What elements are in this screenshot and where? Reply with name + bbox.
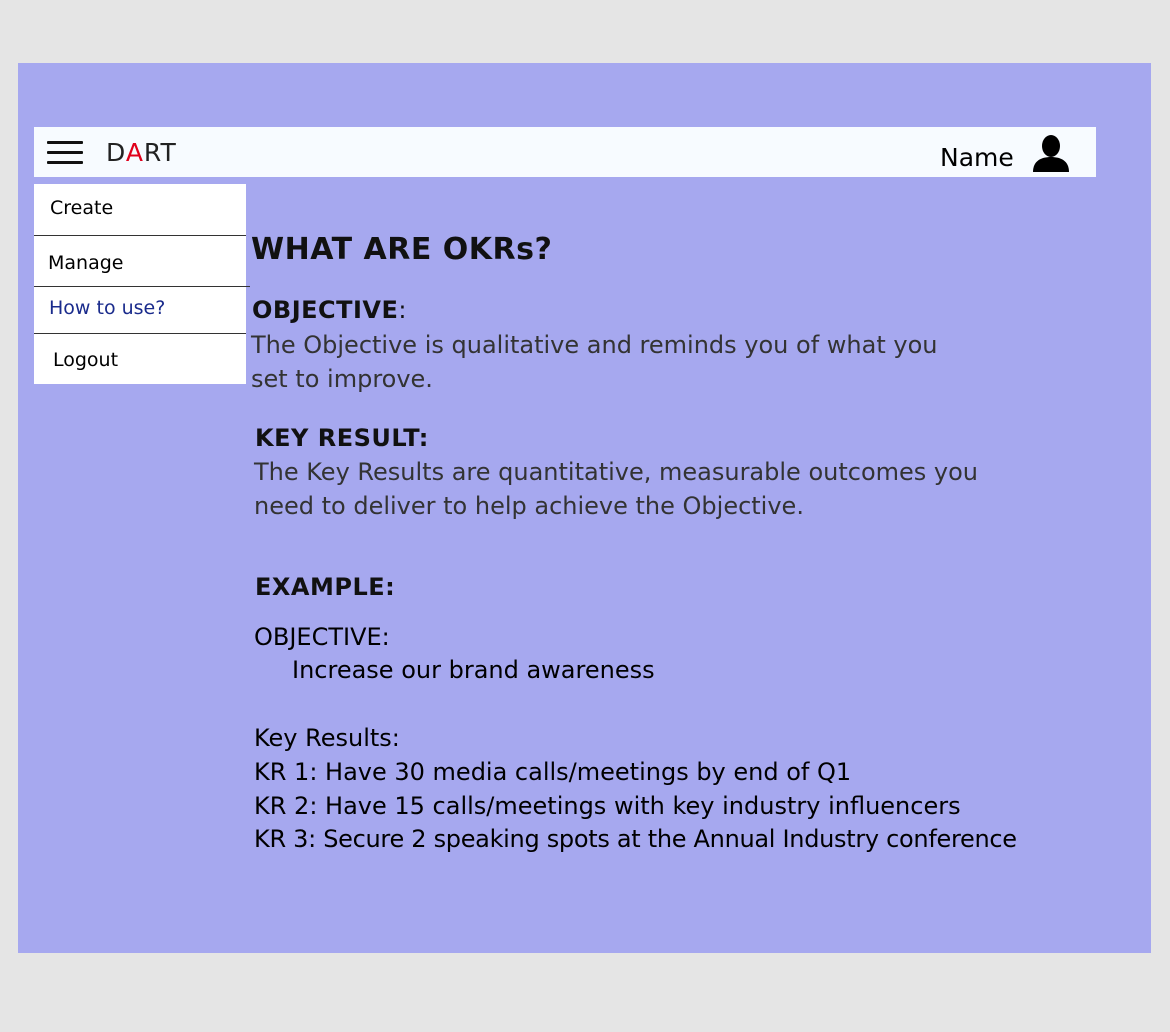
key-result-heading: KEY RESULT: [255,424,429,452]
key-result-text-line-2: need to deliver to help achieve the Obje… [254,492,804,520]
objective-heading: OBJECTIVE: [252,296,407,324]
objective-heading-label: OBJECTIVE [252,296,399,324]
objective-text-line-1: The Objective is qualitative and reminds… [251,331,938,359]
objective-text-line-2: set to improve. [251,365,433,393]
example-objective-label: OBJECTIVE: [254,623,390,651]
menu-item-create[interactable]: Create [50,197,262,219]
menu-divider [34,235,246,236]
side-menu: Create Manage How to use? Logout [34,184,250,384]
key-result-text-line-1: The Key Results are quantitative, measur… [254,458,978,486]
brand-suffix: RT [143,138,177,167]
brand-logo[interactable]: DART [106,138,177,167]
brand-accent: A [125,138,144,167]
key-result-item: KR 1: Have 30 media calls/meetings by en… [254,758,852,786]
user-name[interactable]: Name [940,143,1014,172]
menu-divider [34,286,250,287]
brand-prefix: D [106,138,126,167]
menu-item-logout[interactable]: Logout [53,349,265,371]
user-icon[interactable] [1031,134,1071,172]
page-title: WHAT ARE OKRs? [251,232,553,267]
objective-heading-colon: : [398,296,407,324]
top-bar: DART Name [34,127,1096,177]
menu-item-manage[interactable]: Manage [48,252,260,274]
key-result-item: KR 2: Have 15 calls/meetings with key in… [254,792,961,820]
menu-divider [34,333,246,334]
key-result-item: KR 3: Secure 2 speaking spots at the Ann… [254,825,1017,853]
example-objective-value: Increase our brand awareness [292,656,655,684]
example-heading: EXAMPLE: [255,573,396,601]
example-key-results-label: Key Results: [254,724,400,752]
hamburger-icon[interactable] [47,141,83,165]
menu-item-how-to-use[interactable]: How to use? [49,297,261,319]
